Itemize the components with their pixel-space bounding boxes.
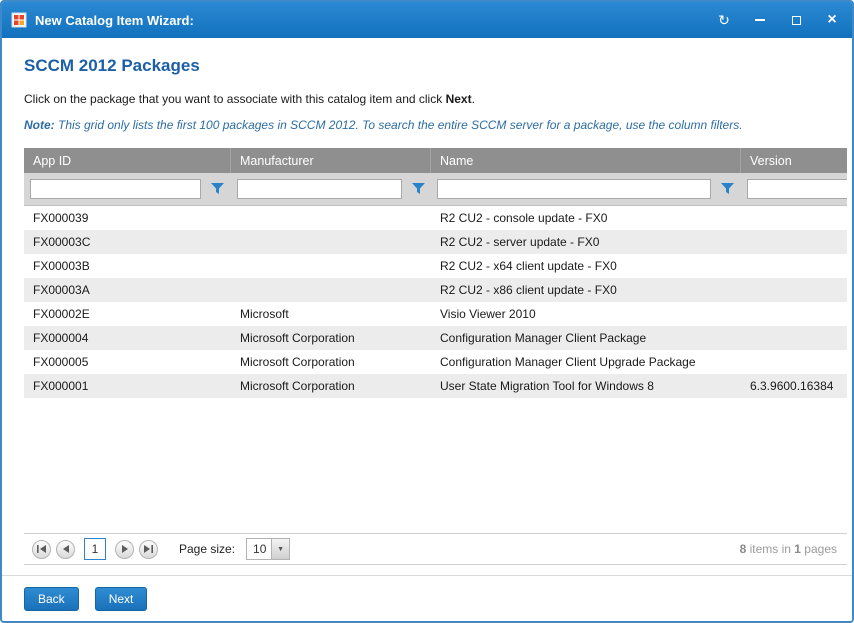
cell-manufacturer: Microsoft [231,307,431,321]
filter-manufacturer-funnel-icon[interactable] [406,177,430,201]
grid-header-name[interactable]: Name [431,148,741,173]
pager-pages-text: pages [801,542,837,556]
cell-name: Configuration Manager Client Package [431,331,741,345]
pager: 1 Page size: 10 ▼ 8 items in 1 pages [24,533,847,565]
pager-last-button[interactable] [139,540,158,559]
instruction-emphasis: Next [446,92,472,106]
pager-first-button[interactable] [32,540,51,559]
note-label: Note: [24,118,55,132]
filter-appid-input[interactable] [30,179,201,199]
filter-version-input[interactable] [747,179,847,199]
grid-rows: FX000039R2 CU2 - console update - FX0FX0… [24,206,847,533]
cell-name: R2 CU2 - server update - FX0 [431,235,741,249]
refresh-icon[interactable]: ↻ [716,12,732,28]
filter-cell-name [431,177,741,201]
cell-name: R2 CU2 - console update - FX0 [431,211,741,225]
filter-manufacturer-input[interactable] [237,179,402,199]
table-row[interactable]: FX00003C R2 CU2 - server update - FX0 [24,230,847,254]
cell-app_id: FX00003A [24,283,231,297]
page-title: SCCM 2012 Packages [24,56,847,76]
cell-app_id: FX00003C [24,235,231,249]
page-size-dropdown[interactable]: 10 ▼ [246,538,290,560]
grid-header-version[interactable]: Version [741,148,847,173]
filter-name-input[interactable] [437,179,711,199]
table-row[interactable]: FX000005Microsoft CorporationConfigurati… [24,350,847,374]
instruction-text: Click on the package that you want to as… [24,92,847,106]
instruction-prefix: Click on the package that you want to as… [24,92,446,106]
cell-manufacturer: Microsoft Corporation [231,379,431,393]
maximize-icon[interactable] [788,12,804,28]
table-row[interactable]: FX000001Microsoft CorporationUser State … [24,374,847,398]
pager-pages-count: 1 [794,542,801,556]
note-body: This grid only lists the first 100 packa… [55,118,743,132]
back-button[interactable]: Back [24,587,79,611]
minimize-icon[interactable] [752,12,768,28]
window-controls: ↻ × [716,12,840,28]
table-row[interactable]: FX00002EMicrosoftVisio Viewer 2010 [24,302,847,326]
instruction-suffix: . [472,92,475,106]
page-size-value: 10 [247,542,271,556]
cell-manufacturer: Microsoft Corporation [231,331,431,345]
grid-header-appid[interactable]: App ID [24,148,231,173]
cell-name: Configuration Manager Client Upgrade Pac… [431,355,741,369]
packages-grid: App ID Manufacturer Name Version [24,148,847,565]
cell-app_id: FX00002E [24,307,231,321]
cell-app_id: FX00003B [24,259,231,273]
pager-items-text: items in [746,542,794,556]
filter-cell-appid [24,177,231,201]
titlebar: New Catalog Item Wizard: ↻ × [2,2,852,38]
table-row[interactable]: FX000039 R2 CU2 - console update - FX0 [24,206,847,230]
filter-appid-funnel-icon[interactable] [205,177,229,201]
wizard-footer: Back Next [2,575,852,621]
app-icon [11,12,27,28]
note-text: Note: This grid only lists the first 100… [24,118,847,132]
cell-name: User State Migration Tool for Windows 8 [431,379,741,393]
cell-app_id: FX000039 [24,211,231,225]
cell-app_id: FX000004 [24,331,231,345]
filter-cell-manufacturer [231,177,431,201]
grid-header-manufacturer[interactable]: Manufacturer [231,148,431,173]
filter-cell-version [741,177,847,201]
pager-summary: 8 items in 1 pages [740,542,837,556]
pager-next-button[interactable] [115,540,134,559]
chevron-down-icon[interactable]: ▼ [271,539,289,559]
pager-current-page[interactable]: 1 [84,538,106,560]
table-row[interactable]: FX000004Microsoft CorporationConfigurati… [24,326,847,350]
cell-version: 6.3.9600.16384 [741,379,847,393]
cell-app_id: FX000005 [24,355,231,369]
table-row[interactable]: FX00003A R2 CU2 - x86 client update - FX0 [24,278,847,302]
cell-app_id: FX000001 [24,379,231,393]
cell-manufacturer: Microsoft Corporation [231,355,431,369]
next-button[interactable]: Next [95,587,148,611]
close-icon[interactable]: × [824,12,840,28]
pager-prev-button[interactable] [56,540,75,559]
grid-filter-row [24,173,847,206]
page-size-label: Page size: [179,542,235,556]
cell-name: R2 CU2 - x64 client update - FX0 [431,259,741,273]
cell-name: Visio Viewer 2010 [431,307,741,321]
wizard-content: SCCM 2012 Packages Click on the package … [2,38,852,575]
window-title: New Catalog Item Wizard: [35,13,194,28]
wizard-window: New Catalog Item Wizard: ↻ × SCCM 2012 P… [0,0,854,623]
grid-header-row: App ID Manufacturer Name Version [24,148,847,173]
filter-name-funnel-icon[interactable] [715,177,739,201]
cell-name: R2 CU2 - x86 client update - FX0 [431,283,741,297]
table-row[interactable]: FX00003B R2 CU2 - x64 client update - FX0 [24,254,847,278]
